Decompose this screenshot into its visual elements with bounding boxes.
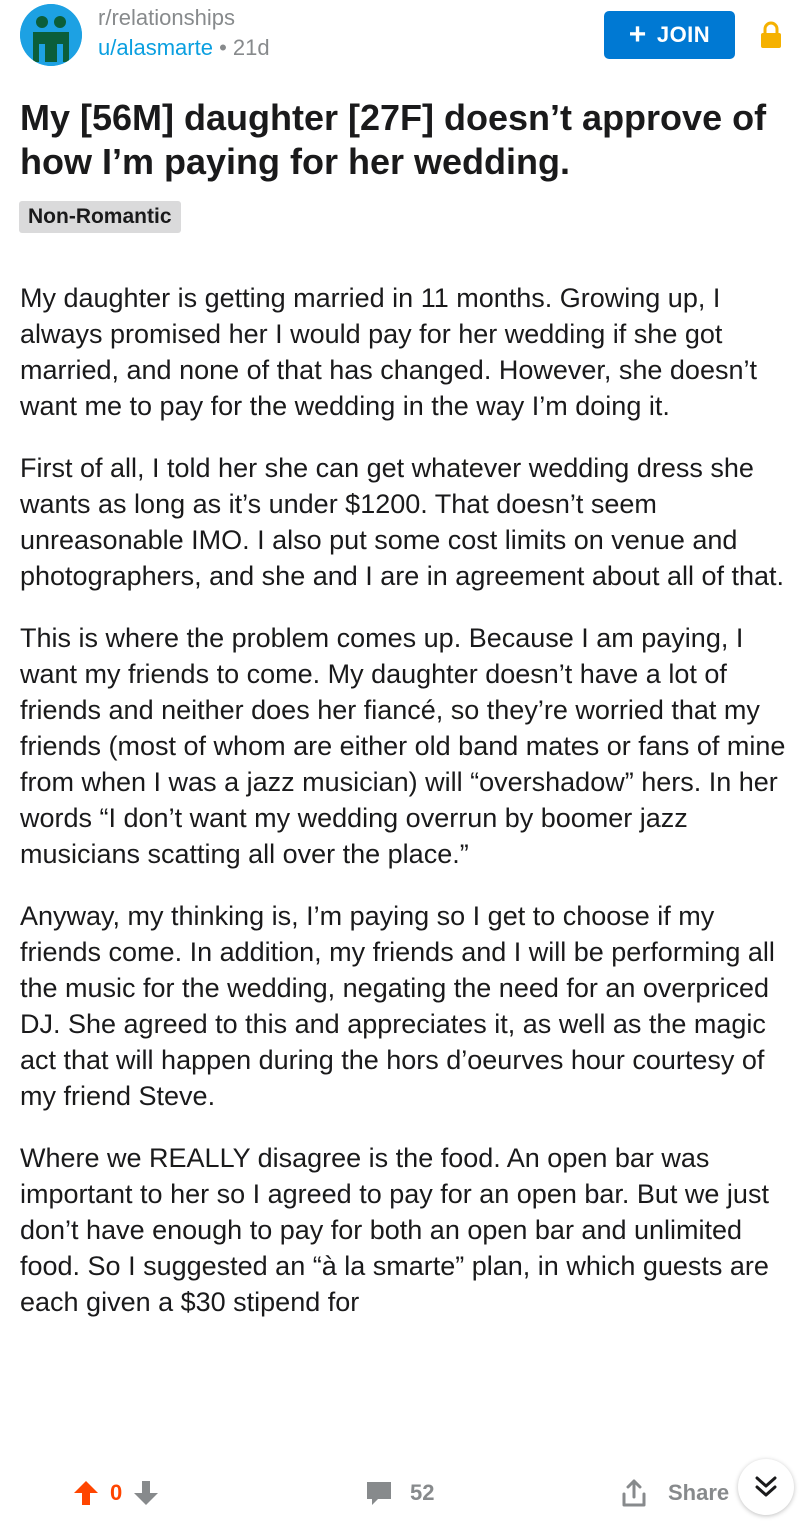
comments-button[interactable]: 52 [364,1452,434,1533]
plus-icon: + [628,18,647,51]
post-flair[interactable]: Non-Romantic [19,201,181,233]
post-title: My [56M] daughter [27F] doesn’t approve … [20,97,767,182]
couple-icon [20,4,82,66]
join-label: JOIN [656,22,711,47]
body-paragraph: Anyway, my thinking is, I’m paying so I … [20,901,775,1111]
post-body: My daughter is getting married in 11 mon… [20,280,790,1450]
vote-group: 0 [72,1452,160,1533]
body-paragraph: Where we REALLY disagree is the food. An… [20,1143,769,1317]
scroll-down-button[interactable] [738,1459,794,1515]
body-paragraph: My daughter is getting married in 11 mon… [20,283,757,421]
comment-icon [367,1481,391,1505]
post-action-bar: 0 52 Share [0,1452,800,1533]
downvote-icon[interactable] [132,1479,160,1507]
subreddit-name[interactable]: r/relationships [98,4,270,32]
double-chevron-down-icon [755,1476,777,1497]
body-paragraph: First of all, I told her she can get wha… [20,453,785,591]
comment-count: 52 [410,1479,435,1505]
post-age: 21d [232,35,270,60]
share-button[interactable]: Share [620,1452,729,1533]
author-name[interactable]: u/alasmarte [98,35,213,60]
post-header: r/relationships u/alasmarte • 21d + JOIN [0,0,800,80]
body-paragraph: This is where the problem comes up. Beca… [20,623,786,869]
upvote-icon[interactable] [72,1479,100,1507]
meta-separator: • [219,35,227,60]
post-meta: r/relationships u/alasmarte • 21d [98,4,270,64]
subreddit-avatar[interactable] [20,4,82,66]
vote-score: 0 [110,1479,123,1505]
lock-icon [761,21,781,48]
share-label: Share [668,1479,730,1505]
share-icon [622,1479,646,1506]
join-button[interactable]: + JOIN [604,11,735,59]
author-line: u/alasmarte • 21d [98,32,270,64]
